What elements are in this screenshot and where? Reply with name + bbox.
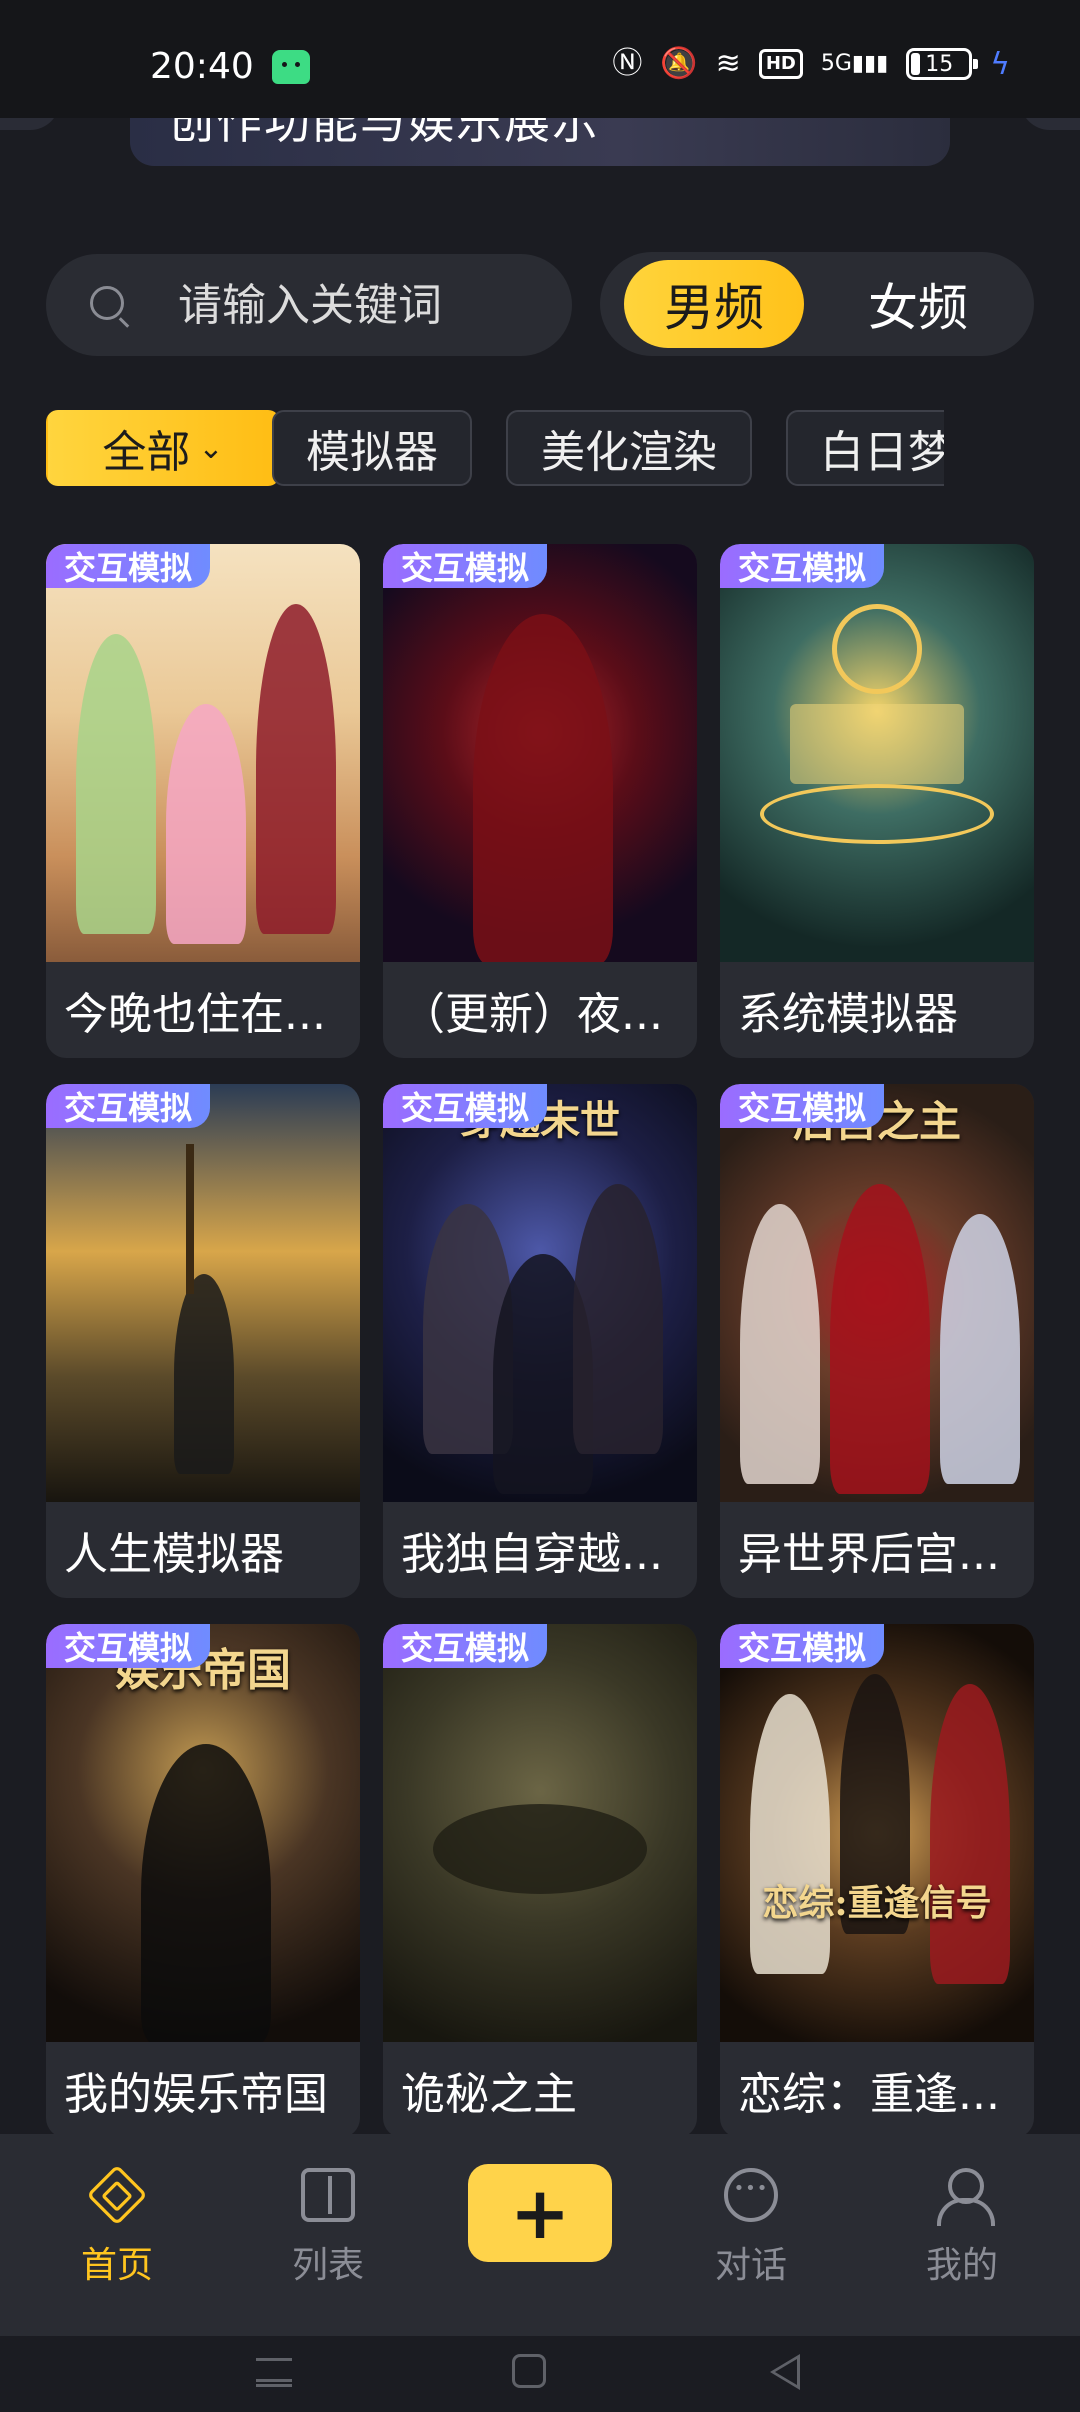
story-card[interactable]: 交互模拟 诡秘之主	[383, 1624, 697, 2138]
chip-daydream[interactable]: 白日梦	[786, 410, 944, 486]
card-tag: 交互模拟	[720, 544, 885, 588]
chevron-down-icon: ⌄	[198, 430, 224, 466]
chip-label: 白日梦	[820, 427, 944, 478]
cover-image	[46, 1084, 360, 1502]
cover-image: 后宫之主	[720, 1084, 1034, 1502]
nfc-icon: Ⓝ	[612, 46, 643, 81]
story-card[interactable]: 后宫之主 交互模拟 异世界后宫...	[720, 1084, 1034, 1598]
back-icon[interactable]	[770, 2354, 800, 2390]
cover-title: 恋综:重逢信号	[762, 1882, 992, 1924]
card-tag: 交互模拟	[46, 1084, 211, 1128]
card-tag: 交互模拟	[46, 544, 211, 588]
nav-chat[interactable]: 对话	[681, 2168, 821, 2288]
search-input[interactable]	[178, 280, 548, 330]
card-title: 我的娱乐帝国	[64, 2069, 328, 2118]
card-title: 今晚也住在...	[64, 989, 326, 1038]
gender-toggle: 男频 女频	[600, 252, 1034, 356]
nav-home[interactable]: 首页	[47, 2164, 187, 2288]
home-icon	[86, 2164, 148, 2226]
cover-image: 穿越末世	[383, 1084, 697, 1502]
cover-image	[383, 1624, 697, 2042]
chip-label: 美化渲染	[541, 427, 717, 478]
story-card[interactable]: 恋综:重逢信号 交互模拟 恋综：重逢...	[720, 1624, 1034, 2138]
status-time: 20:40	[150, 46, 254, 87]
user-icon	[935, 2168, 995, 2226]
network-label: 5G	[820, 51, 852, 76]
nav-list[interactable]: 列表	[258, 2168, 398, 2288]
card-tag: 交互模拟	[383, 1624, 548, 1668]
chip-simulator[interactable]: 模拟器	[272, 410, 472, 486]
recents-icon[interactable]	[254, 2350, 294, 2390]
search-icon	[90, 286, 124, 320]
chip-label: 全部	[102, 427, 191, 478]
chip-label: 模拟器	[306, 427, 438, 478]
chip-all[interactable]: 全部 ⌄	[46, 410, 280, 486]
nav-label: 我的	[925, 2245, 998, 2286]
cover-image	[46, 544, 360, 962]
tab-male[interactable]: 男频	[624, 260, 804, 348]
story-card[interactable]: 娱乐帝国 交互模拟 我的娱乐帝国	[46, 1624, 360, 2138]
card-title: 异世界后宫...	[738, 1529, 1000, 1578]
story-card[interactable]: 交互模拟 今晚也住在...	[46, 544, 360, 1058]
system-nav-bar	[0, 2336, 1080, 2412]
card-tag: 交互模拟	[720, 1624, 885, 1668]
battery-level: 15	[925, 51, 954, 77]
hd-icon: HD	[758, 49, 803, 79]
cover-image: 恋综:重逢信号	[720, 1624, 1034, 2042]
mute-icon: 🔕	[660, 46, 698, 81]
chat-icon	[724, 2168, 778, 2222]
chip-render[interactable]: 美化渲染	[506, 410, 752, 486]
search-bar[interactable]	[46, 254, 572, 356]
card-title: 系统模拟器	[738, 989, 958, 1038]
story-card[interactable]: 交互模拟 人生模拟器	[46, 1084, 360, 1598]
card-title: 恋综：重逢...	[738, 2069, 1000, 2118]
nav-me[interactable]: 我的	[892, 2168, 1032, 2288]
story-card[interactable]: 交互模拟 （更新）夜...	[383, 544, 697, 1058]
nav-label: 对话	[714, 2245, 787, 2286]
card-tag: 交互模拟	[383, 544, 548, 588]
nav-label: 列表	[291, 2245, 364, 2286]
home-square-icon[interactable]	[512, 2354, 546, 2388]
signal-icon: 5G▮▮▮	[820, 51, 889, 76]
cover-image	[720, 544, 1034, 962]
wifi-icon: ≋	[715, 46, 741, 81]
book-icon	[301, 2168, 355, 2222]
card-tag: 交互模拟	[46, 1624, 211, 1668]
card-tag: 交互模拟	[383, 1084, 548, 1128]
story-card[interactable]: 穿越末世 交互模拟 我独自穿越...	[383, 1084, 697, 1598]
app-screen: 20:40 Ⓝ 🔕 ≋ HD 5G▮▮▮ 15 ϟ 创作功能与娱乐展示 男频 女…	[0, 0, 1080, 2412]
charging-icon: ϟ	[990, 46, 1010, 82]
status-bar: 20:40 Ⓝ 🔕 ≋ HD 5G▮▮▮ 15 ϟ	[0, 0, 1080, 118]
nav-label: 首页	[80, 2245, 153, 2286]
android-icon	[272, 50, 310, 84]
status-icons: Ⓝ 🔕 ≋ HD 5G▮▮▮ 15 ϟ	[612, 44, 1010, 84]
category-chips: 全部 ⌄ 模拟器 美化渲染 白日梦	[46, 410, 944, 486]
card-title: 诡秘之主	[401, 2069, 577, 2118]
story-card[interactable]: 交互模拟 系统模拟器	[720, 544, 1034, 1058]
battery-icon: 15	[906, 48, 979, 80]
card-title: （更新）夜...	[401, 989, 663, 1038]
cover-image: 娱乐帝国	[46, 1624, 360, 2042]
story-grid: 交互模拟 今晚也住在... 交互模拟 （更新）夜... 交互模拟 系统模拟器 交…	[46, 544, 1034, 2138]
add-button[interactable]: +	[468, 2164, 612, 2262]
bottom-nav: 首页 列表 + 对话 我的	[0, 2134, 1080, 2336]
cover-image	[383, 544, 697, 962]
tab-female[interactable]: 女频	[828, 260, 1008, 348]
card-tag: 交互模拟	[720, 1084, 885, 1128]
card-title: 人生模拟器	[64, 1529, 284, 1578]
card-title: 我独自穿越...	[401, 1529, 663, 1578]
